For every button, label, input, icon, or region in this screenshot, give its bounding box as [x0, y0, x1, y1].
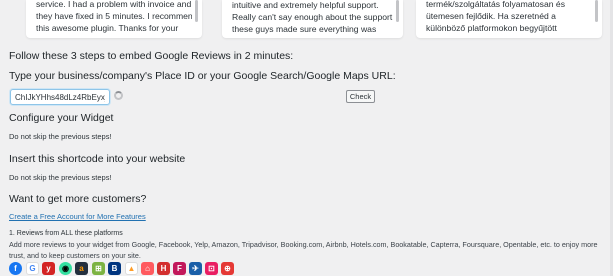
review-text: Really can't say enough about the suppor… — [232, 12, 393, 22]
review-text: különböző platformokon begyűjtött — [426, 23, 557, 33]
hotel-icon: ⊕ — [221, 262, 234, 275]
booking-icon: B — [108, 262, 121, 275]
review-scrollbar[interactable] — [595, 0, 598, 22]
check-button[interactable]: Check — [346, 90, 375, 103]
capterra-icon: ▲ — [125, 262, 138, 275]
bookatable-icon: ⊡ — [205, 262, 218, 275]
place-id-label: Type your business/company's Place ID or… — [9, 70, 396, 82]
review-text: they have fixed in 5 minutes. I recommen… — [36, 11, 192, 21]
facebook-icon: f — [9, 262, 22, 275]
more-customers-heading: Want to get more customers? — [9, 193, 147, 205]
reviews-strip: service. I had a problem with invoice an… — [0, 0, 613, 40]
trustpilot-icon: ✈ — [189, 262, 202, 275]
create-account-link[interactable]: Create a Free Account for More Features — [9, 212, 146, 221]
loading-spinner-icon — [114, 91, 123, 100]
review-text: these guys made sure everything was — [232, 24, 377, 34]
hotels-icon: H — [157, 262, 170, 275]
review-text: ütemesen fejlődik. Ha szeretnéd a — [426, 11, 556, 21]
amazon-icon: a — [75, 262, 88, 275]
configure-widget-note: Do not skip the previous steps! — [9, 132, 112, 141]
place-id-input[interactable] — [10, 89, 110, 105]
yelp-icon: y — [42, 262, 55, 275]
steps-heading: Follow these 3 steps to embed Google Rev… — [9, 50, 294, 62]
tripadvisor-icon: ◉ — [59, 262, 72, 275]
review-text: this awesome plugin. Thanks for your — [36, 23, 179, 33]
configure-widget-heading: Configure your Widget — [9, 112, 114, 124]
google-icon: G — [26, 262, 39, 275]
shortcode-heading: Insert this shortcode into your website — [9, 153, 186, 165]
review-text: termék/szolgáltatás folyamatosan és — [426, 0, 565, 9]
shortcode-note: Do not skip the previous steps! — [9, 173, 112, 182]
review-text: service. I had a problem with invoice an… — [36, 0, 192, 9]
platforms-description: Add more reviews to your widget from Goo… — [9, 240, 598, 260]
review-text: intuitive and extremely helpful support. — [232, 0, 379, 10]
platforms-item-title: 1. Reviews from ALL these platforms — [9, 230, 123, 237]
review-scrollbar[interactable] — [195, 0, 198, 22]
foursquare-icon: F — [173, 262, 186, 275]
review-card: termék/szolgáltatás folyamatosan és ütem… — [416, 0, 602, 38]
review-scrollbar[interactable] — [396, 0, 399, 22]
review-card: intuitive and extremely helpful support.… — [222, 0, 403, 38]
review-card: service. I had a problem with invoice an… — [26, 0, 202, 38]
airbnb-icon: ⌂ — [141, 262, 154, 275]
arukereso-icon: ⊞ — [92, 262, 105, 275]
